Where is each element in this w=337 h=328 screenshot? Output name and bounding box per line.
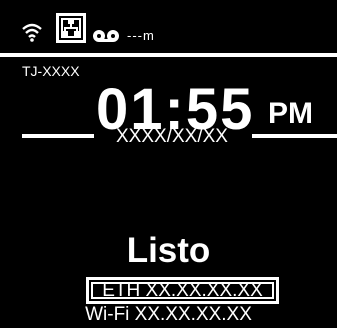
wifi-address: Wi-Fi XX.XX.XX.XX	[85, 304, 252, 325]
wifi-icon	[22, 23, 42, 42]
divider-right	[252, 134, 337, 138]
signal-text: ---m	[127, 28, 155, 43]
eth-address: ETH XX.XX.XX.XX	[91, 281, 274, 300]
eth-address-box: ETH XX.XX.XX.XX	[86, 277, 279, 304]
ethernet-icon	[56, 13, 86, 43]
divider-top	[0, 53, 337, 57]
divider-left	[22, 134, 94, 138]
tape-icon	[93, 30, 119, 42]
device-name: TJ-XXXX	[22, 63, 80, 79]
status-text: Listo	[126, 231, 211, 270]
clock-date: XXXX/XX/XX	[116, 126, 228, 147]
clock-ampm: PM	[268, 97, 313, 130]
